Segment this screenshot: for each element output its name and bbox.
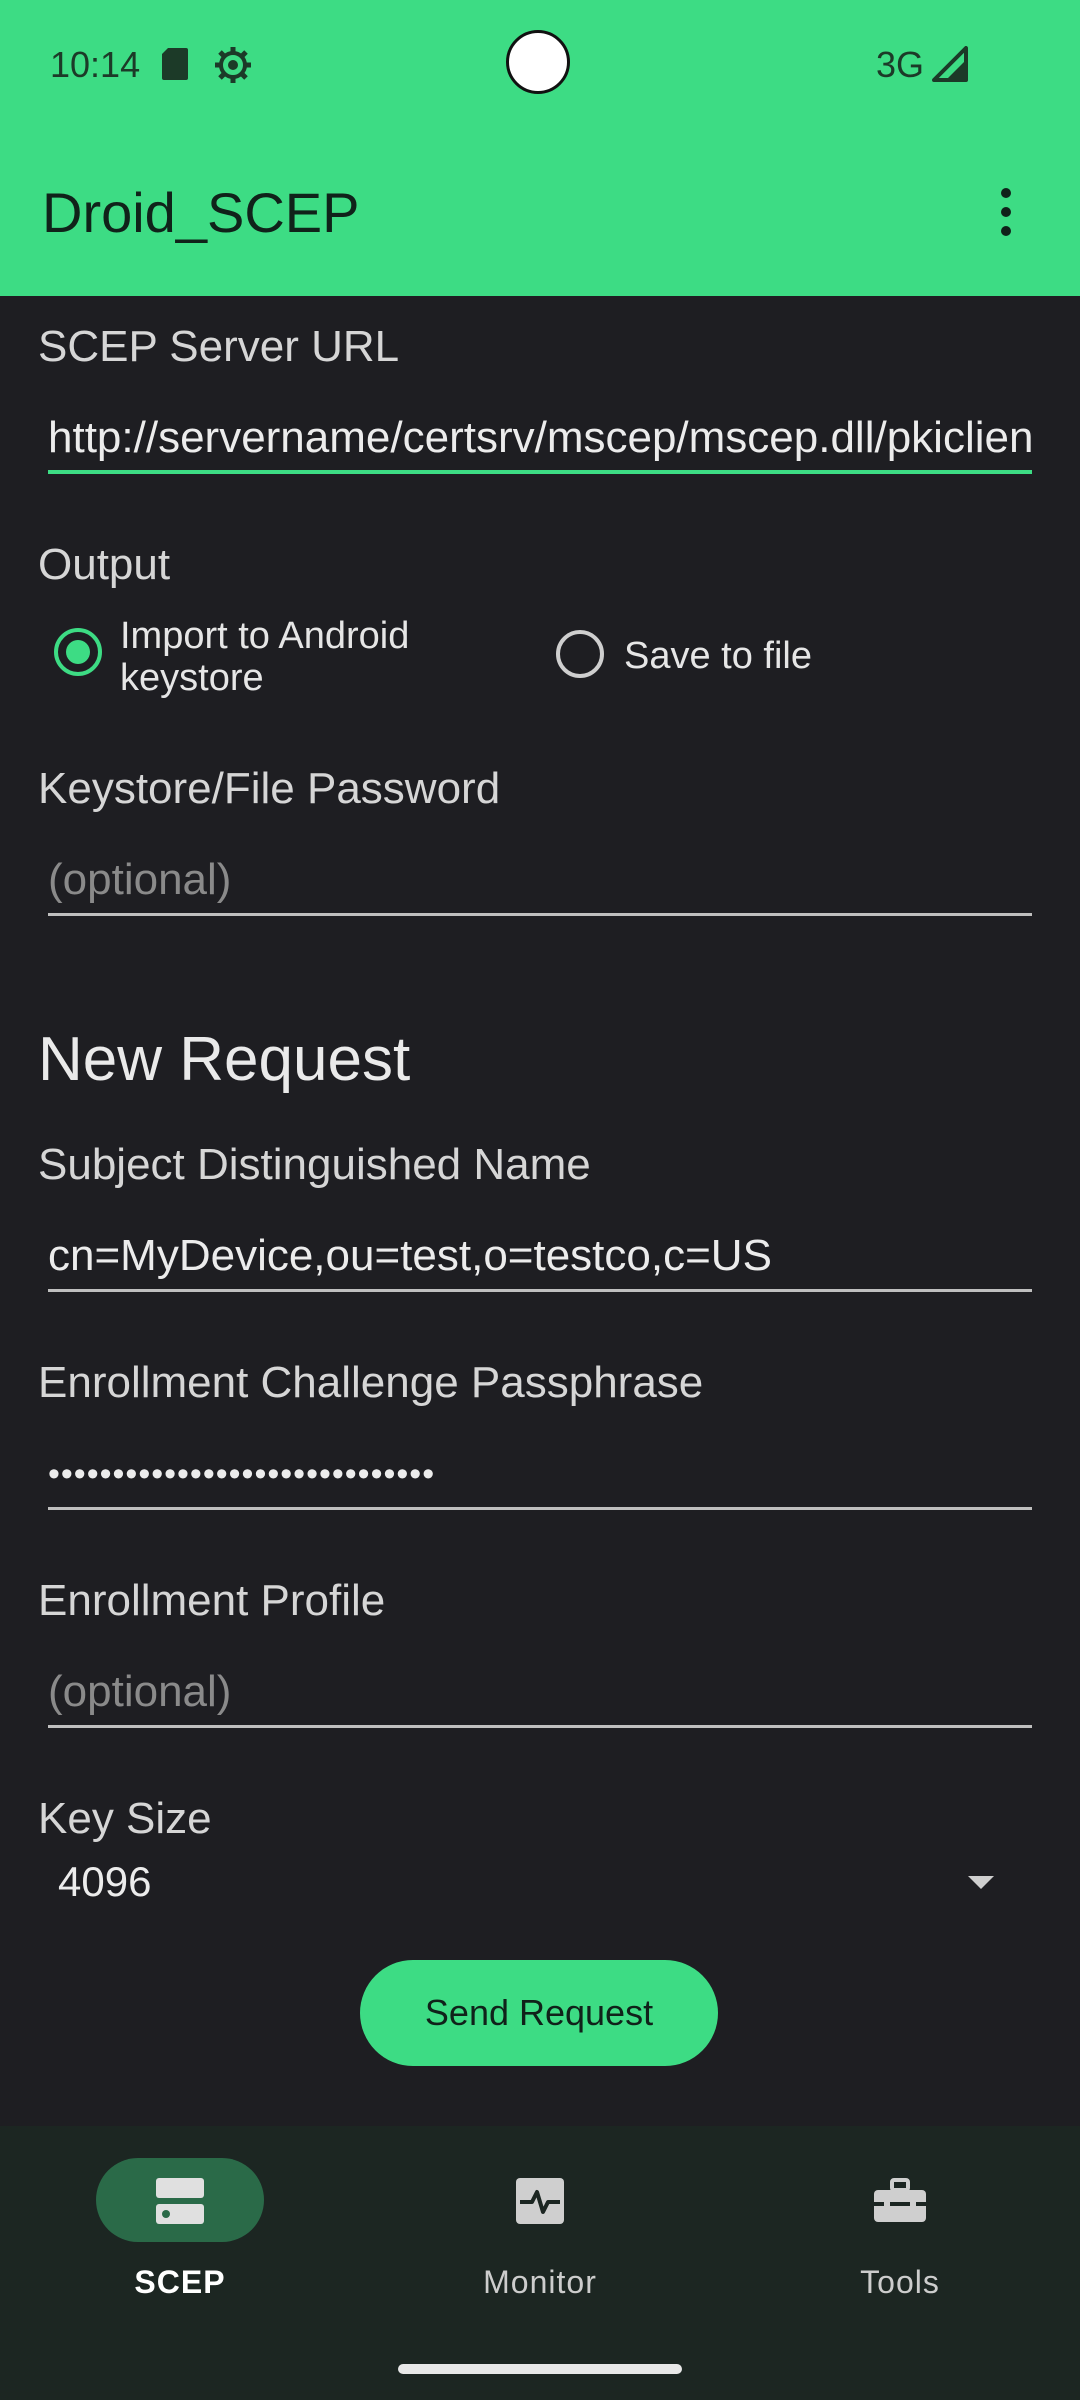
output-radio-group: Import to Android keystore Save to file — [50, 615, 1050, 712]
settings-gear-icon — [215, 47, 251, 83]
app-title: Droid_SCEP — [42, 181, 360, 244]
subject-dn-label: Subject Distinguished Name — [38, 1140, 591, 1189]
nav-item-monitor[interactable]: Monitor — [360, 2126, 720, 2326]
challenge-passphrase-input[interactable]: •••••••••••••••••••••••••••••• — [48, 1444, 1032, 1510]
nav-item-scep[interactable]: SCEP — [0, 2126, 360, 2326]
key-size-value[interactable]: 4096 — [58, 1858, 151, 1906]
save-to-file-label[interactable]: Save to file — [624, 634, 812, 678]
overflow-menu-icon[interactable] — [986, 172, 1026, 252]
import-keystore-radio[interactable] — [54, 628, 102, 676]
enrollment-profile-input[interactable]: (optional) — [48, 1662, 1032, 1728]
home-indicator[interactable] — [398, 2364, 682, 2374]
new-request-heading: New Request — [38, 1025, 411, 1094]
nav-label-monitor[interactable]: Monitor — [360, 2264, 720, 2301]
key-size-label: Key Size — [38, 1794, 212, 1843]
challenge-passphrase-label: Enrollment Challenge Passphrase — [38, 1358, 704, 1407]
enrollment-profile-label: Enrollment Profile — [38, 1576, 386, 1625]
toolbox-icon — [874, 2178, 926, 2222]
dropdown-arrow-icon[interactable] — [968, 1876, 994, 1889]
network-type: 3G — [876, 44, 925, 85]
sd-card-icon — [162, 48, 188, 80]
camera-cutout — [506, 30, 570, 94]
server-icon — [156, 2178, 204, 2224]
signal-icon — [932, 46, 968, 82]
subject-dn-input[interactable]: cn=MyDevice,ou=test,o=testco,c=US — [48, 1226, 1032, 1292]
nav-label-tools[interactable]: Tools — [720, 2264, 1080, 2301]
nav-item-tools[interactable]: Tools — [720, 2126, 1080, 2326]
status-time: 10:14 — [50, 44, 141, 85]
save-to-file-radio[interactable] — [556, 630, 604, 678]
password-input[interactable]: (optional) — [48, 850, 1032, 916]
bottom-navigation: SCEP Monitor Tools — [0, 2126, 1080, 2400]
app-bar: Droid_SCEP — [0, 130, 1080, 296]
import-keystore-label-line2[interactable]: keystore — [120, 656, 264, 700]
nav-label-scep[interactable]: SCEP — [0, 2264, 360, 2301]
output-label: Output — [38, 540, 171, 589]
server-url-label: SCEP Server URL — [38, 322, 400, 371]
import-keystore-label-line1[interactable]: Import to Android — [120, 614, 409, 658]
password-label: Keystore/File Password — [38, 764, 501, 813]
status-bar: 10:14 3G — [0, 0, 1080, 130]
send-request-button[interactable]: Send Request — [360, 1960, 718, 2066]
server-url-input[interactable]: http://servername/certsrv/mscep/mscep.dl… — [48, 408, 1032, 474]
monitor-icon — [516, 2178, 564, 2224]
